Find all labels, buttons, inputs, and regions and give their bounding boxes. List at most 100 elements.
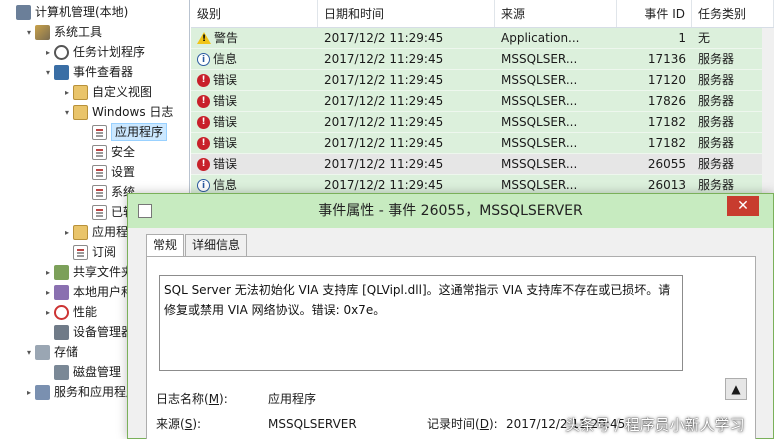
dev-icon (54, 324, 69, 340)
tree-item-label: Windows 日志 (92, 105, 174, 119)
tree-item[interactable]: ▾ 事件查看器 (42, 62, 133, 82)
log-name-value: 应用程序 (268, 392, 317, 406)
close-button[interactable]: ✕ (727, 196, 759, 216)
table-scrollbar[interactable] (762, 28, 774, 200)
event-id-cell: 26013 (647, 178, 686, 192)
datetime-cell: 2017/12/2 11:29:45 (324, 157, 444, 171)
scroll-up-button[interactable]: ▲ (725, 378, 747, 400)
log-name-label: 日志名称(M): (156, 392, 228, 406)
disk-icon (54, 364, 69, 380)
tree-item-label: 服务和应用程序 (54, 385, 139, 399)
level-cell: ! 错误 (191, 112, 318, 132)
column-task-category[interactable]: 任务类别 (692, 0, 774, 27)
collapse-arrow-icon[interactable]: ▾ (61, 108, 73, 117)
dialog-titlebar[interactable]: 事件属性 - 事件 26055，MSSQLSERVER ✕ (128, 194, 773, 228)
tree-item[interactable]: ▸ 共享文件夹 (42, 262, 133, 282)
info-icon: i (197, 178, 210, 192)
tab-general[interactable]: 常规 (146, 234, 185, 257)
log-icon (92, 164, 107, 180)
datetime-cell: 2017/12/2 11:29:45 (324, 136, 444, 150)
tree-item[interactable]: ▸ 任务计划程序 (42, 42, 145, 62)
table-row[interactable]: 警告2017/12/2 11:29:45Application...1无 (191, 28, 774, 49)
tree-item[interactable]: 计算机管理(本地) (4, 2, 128, 22)
column-source[interactable]: 来源 (495, 0, 617, 27)
column-level[interactable]: 级别 (191, 0, 318, 27)
error-icon: ! (197, 94, 210, 108)
watermark: 头条号 / 程序员小新人学习 (565, 416, 745, 434)
column-datetime[interactable]: 日期和时间 (318, 0, 495, 27)
tree-item-label: 系统工具 (54, 25, 103, 39)
column-event-id[interactable]: 事件 ID (617, 0, 692, 27)
tree-item[interactable]: 安全 (80, 142, 135, 162)
tree-item-label: 存储 (54, 345, 79, 359)
level-text: 错误 (213, 93, 238, 108)
source-cell: MSSQLSER... (501, 73, 578, 87)
expand-arrow-icon[interactable]: ▸ (42, 48, 54, 57)
source-cell: Application... (501, 31, 580, 45)
source-cell: MSSQLSER... (501, 178, 578, 192)
table-row[interactable]: ! 错误 2017/12/2 11:29:45 MSSQLSER... 17182 服务器 (191, 112, 774, 133)
source-cell: MSSQLSER... (501, 94, 578, 108)
tree-item[interactable]: 应用程序 (80, 122, 168, 142)
tree-item-label: 性能 (73, 305, 98, 319)
log-icon (73, 244, 88, 260)
tree-item[interactable]: ▸ 服务和应用程序 (23, 382, 138, 402)
tree-item[interactable]: ▾ 系统工具 (23, 22, 102, 42)
tree-item[interactable]: 订阅 (61, 242, 116, 262)
log-icon (92, 184, 107, 200)
datetime-cell: 2017/12/2 11:29:45 (324, 31, 444, 45)
datetime-cell: 2017/12/2 11:29:45 (324, 94, 444, 108)
tree-item[interactable]: ▸ 性能 (42, 302, 97, 322)
expand-arrow-icon[interactable]: ▸ (61, 88, 73, 97)
tree-item-label: 订阅 (92, 245, 117, 259)
general-tab-panel: SQL Server 无法初始化 VIA 支持库 [QLVipl.dll]。这通… (146, 256, 756, 439)
tree-item[interactable]: ▾ Windows 日志 (61, 102, 173, 122)
event-description[interactable]: SQL Server 无法初始化 VIA 支持库 [QLVipl.dll]。这通… (159, 275, 683, 371)
level-text: 信息 (213, 51, 238, 66)
source-cell: MSSQLSER... (501, 115, 578, 129)
level-text: 信息 (213, 177, 238, 192)
expand-arrow-icon[interactable]: ▸ (42, 308, 54, 317)
collapse-arrow-icon[interactable]: ▾ (23, 348, 35, 357)
tree-item[interactable]: 设置 (80, 162, 135, 182)
tree-item[interactable]: 设备管理器 (42, 322, 133, 342)
tree-item[interactable]: 磁盘管理 (42, 362, 121, 382)
folder-icon (73, 84, 88, 100)
tree-item[interactable]: ▾ 存储 (23, 342, 78, 362)
ev-icon (54, 64, 69, 80)
users-icon (54, 284, 69, 300)
dialog-title: 事件属性 - 事件 26055，MSSQLSERVER (318, 203, 583, 219)
share-icon (54, 264, 69, 280)
event-id-cell: 17182 (647, 136, 686, 150)
source-cell: MSSQLSER... (501, 52, 578, 66)
tab-details[interactable]: 详细信息 (185, 234, 248, 256)
event-rows: 警告2017/12/2 11:29:45Application...1无i信息2… (191, 28, 774, 196)
error-icon: ! (197, 115, 210, 129)
datetime-cell: 2017/12/2 11:29:45 (324, 52, 444, 66)
info-icon: i (197, 52, 210, 66)
table-row[interactable]: ! 错误 2017/12/2 11:29:45 MSSQLSER... 17120 服务器 (191, 70, 774, 91)
expand-arrow-icon[interactable]: ▸ (42, 288, 54, 297)
expand-arrow-icon[interactable]: ▸ (42, 268, 54, 277)
expand-arrow-icon[interactable]: ▸ (61, 228, 73, 237)
level-text: 错误 (213, 72, 238, 87)
event-table: 级别 日期和时间 来源 事件 ID 任务类别 警告 2017/12/2 11:29… (191, 0, 774, 200)
log-icon (92, 124, 107, 140)
table-row[interactable]: ! 错误 2017/12/2 11:29:45 MSSQLSER... 17826 服务器 (191, 91, 774, 112)
level-text: 警告 (214, 30, 239, 45)
log-icon (92, 144, 107, 160)
expand-arrow-icon[interactable]: ▸ (23, 388, 35, 397)
tree-item[interactable]: ▸ 自定义视图 (61, 82, 152, 102)
tree-item-label: 事件查看器 (73, 65, 134, 79)
table-row[interactable]: i 信息 2017/12/2 11:29:45 MSSQLSER... 17136 服务器 (191, 49, 774, 70)
folder-icon (73, 104, 88, 120)
collapse-arrow-icon[interactable]: ▾ (42, 68, 54, 77)
table-row[interactable]: ! 错误 2017/12/2 11:29:45 MSSQLSER... 17182 服务器 (191, 133, 774, 154)
tree-item-label: 设置 (111, 165, 136, 179)
perf-icon (54, 304, 69, 320)
table-row[interactable]: ! 错误 2017/12/2 11:29:45 MSSQLSER... 26055 服务器 (191, 154, 774, 175)
root-icon (16, 4, 31, 20)
tree-item-label: 安全 (111, 145, 136, 159)
collapse-arrow-icon[interactable]: ▾ (23, 28, 35, 37)
datetime-cell: 2017/12/2 11:29:45 (324, 178, 444, 192)
